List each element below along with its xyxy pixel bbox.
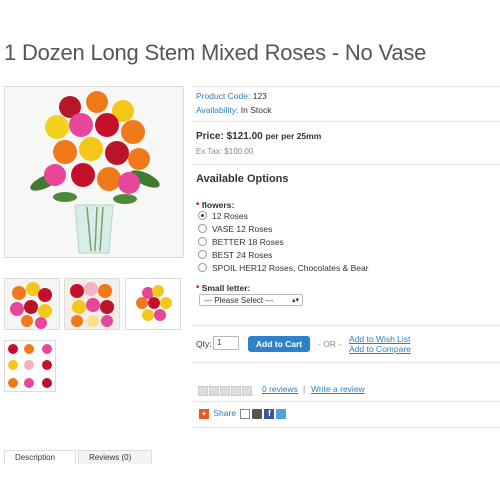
star-empty-icon xyxy=(209,385,219,396)
qty-input[interactable]: 1 xyxy=(213,336,239,350)
star-empty-icon xyxy=(198,385,208,396)
write-review-link[interactable]: Write a review xyxy=(311,384,365,394)
radio-icon[interactable] xyxy=(198,224,207,234)
flower-option-label: 12 Roses xyxy=(212,211,248,221)
add-to-cart-button[interactable]: Add to Cart xyxy=(248,336,310,352)
flower-option-2[interactable]: VASE 12 Roses xyxy=(198,224,272,234)
small-letter-label: Small letter: xyxy=(201,283,251,293)
main-product-image[interactable] xyxy=(4,86,184,258)
flower-option-label: BETTER 18 Roses xyxy=(212,237,284,247)
small-letter-label-row: * Small letter: xyxy=(196,283,250,293)
share-bar: + Share f xyxy=(199,408,288,419)
flower-option-4[interactable]: BEST 24 Roses xyxy=(198,250,272,260)
add-to-wishlist-link[interactable]: Add to Wish List xyxy=(349,334,410,344)
email-icon[interactable] xyxy=(240,408,251,419)
print-icon[interactable] xyxy=(252,408,263,419)
divider xyxy=(192,121,500,122)
star-empty-icon xyxy=(242,385,252,396)
thumbnail-3[interactable] xyxy=(125,278,181,330)
flower-option-label: VASE 12 Roses xyxy=(212,224,273,234)
select-arrows-icon: ▴▾ xyxy=(291,297,299,304)
thumbnail-2[interactable] xyxy=(64,278,120,330)
radio-icon[interactable] xyxy=(198,263,207,273)
availability-value: In Stock xyxy=(240,105,272,115)
thumbnail-1[interactable] xyxy=(4,278,60,330)
star-empty-icon xyxy=(220,385,230,396)
flower-option-3[interactable]: BETTER 18 Roses xyxy=(198,237,284,247)
flower-option-5[interactable]: SPOIL HER12 Roses, Chocolates & Bear xyxy=(198,263,369,273)
divider xyxy=(192,401,500,402)
flower-option-label: BEST 24 Roses xyxy=(212,250,273,260)
price-row: Price: $121.00 per per 25mm xyxy=(196,131,321,142)
flowers-label-row: * flowers: xyxy=(196,200,234,210)
divider xyxy=(192,427,500,428)
tab-description[interactable]: Description xyxy=(4,450,76,464)
product-code-label: Product Code: xyxy=(196,91,251,101)
availability-label: Availability: xyxy=(196,105,239,115)
flower-option-1[interactable]: 12 Roses xyxy=(198,211,248,221)
star-empty-icon xyxy=(231,385,241,396)
radio-icon[interactable] xyxy=(198,250,207,260)
price-label: Price: xyxy=(196,131,224,142)
small-letter-select-value: --- Please Select --- xyxy=(204,296,274,305)
price-unit: per per 25mm xyxy=(265,131,322,141)
reviews-separator: | xyxy=(303,384,306,394)
flowers-label: flowers: xyxy=(201,200,235,210)
divider xyxy=(192,362,500,363)
divider xyxy=(192,164,500,165)
flower-option-label: SPOIL HER12 Roses, Chocolates & Bear xyxy=(212,263,369,273)
radio-icon[interactable] xyxy=(198,237,207,247)
product-title: 1 Dozen Long Stem Mixed Roses - No Vase xyxy=(4,40,427,65)
required-marker: * xyxy=(196,283,200,293)
radio-selected-icon[interactable] xyxy=(198,211,207,221)
price-value: $121.00 xyxy=(226,131,263,142)
or-text: - OR - xyxy=(318,339,342,349)
share-label[interactable]: Share xyxy=(213,408,236,418)
reviews-count-link[interactable]: 0 reviews xyxy=(262,384,298,394)
required-marker: * xyxy=(196,200,200,210)
add-to-compare-link[interactable]: Add to Compare xyxy=(349,344,411,354)
product-code-value: 123 xyxy=(252,91,267,101)
twitter-icon[interactable] xyxy=(276,408,287,419)
qty-label: Qty: xyxy=(196,339,212,349)
options-heading: Available Options xyxy=(196,173,289,185)
share-plus-icon[interactable]: + xyxy=(199,408,209,419)
facebook-icon[interactable]: f xyxy=(264,408,275,419)
thumbnail-4[interactable] xyxy=(4,340,56,392)
rating-stars xyxy=(198,382,253,400)
product-code-row: Product Code: 123 xyxy=(196,91,267,101)
ex-tax: Ex Tax: $100.00 xyxy=(196,147,254,156)
tab-reviews[interactable]: Reviews (0) xyxy=(78,450,152,464)
availability-row: Availability: In Stock xyxy=(196,105,271,115)
small-letter-select[interactable]: --- Please Select --- ▴▾ xyxy=(199,294,303,306)
divider xyxy=(192,325,500,326)
divider xyxy=(192,86,500,87)
